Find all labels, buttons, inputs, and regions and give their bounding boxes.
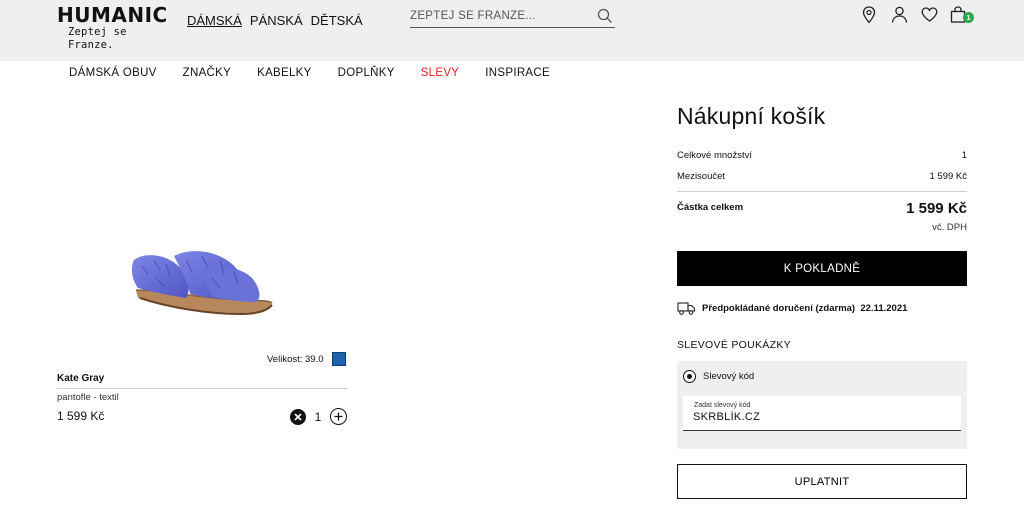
category-men[interactable]: PÁNSKÁ: [250, 13, 303, 28]
gender-categories: DÁMSKÁ PÁNSKÁ DĚTSKÁ: [187, 13, 363, 28]
voucher-radio[interactable]: [683, 370, 696, 383]
voucher-heading: SLEVOVÉ POUKÁZKY: [677, 339, 791, 351]
apply-voucher-button[interactable]: UPLATNIT: [677, 464, 967, 499]
total-quantity-value: 1: [961, 150, 967, 161]
nav-item-inspiration[interactable]: INSPIRACE: [485, 67, 550, 79]
size-selector: Velikost: 39.0: [267, 352, 346, 366]
subtotal-label: Mezisoučet: [677, 171, 726, 182]
voucher-code-input[interactable]: [693, 411, 953, 423]
close-icon: [294, 412, 302, 421]
product-description: pantofle - textil: [57, 392, 119, 403]
voucher-panel: Slevový kód Zadat slevový kód: [677, 361, 967, 449]
category-kids[interactable]: DĚTSKÁ: [311, 13, 363, 28]
main-navigation: DÁMSKÁ OBUV ZNAČKY KABELKY DOPLŇKY SLEVY…: [69, 67, 576, 79]
delivery-text: Předpokládané doručení (zdarma) 22.11.20…: [702, 303, 908, 314]
search-icon[interactable]: [597, 8, 613, 29]
vat-note: vč. DPH: [932, 222, 967, 233]
location-icon[interactable]: [862, 6, 876, 29]
total-label: Částka celkem: [677, 202, 744, 213]
logo-text: HUMANIC: [57, 3, 168, 27]
nav-item-accessories[interactable]: DOPLŇKY: [338, 67, 395, 79]
site-header: HUMANIC Zeptej se Franze. DÁMSKÁ PÁNSKÁ …: [0, 0, 1024, 61]
subtotal-value: 1 599 Kč: [929, 171, 968, 182]
product-price: 1 599 Kč: [57, 409, 105, 423]
color-swatch[interactable]: [331, 352, 346, 366]
search-bar: [410, 6, 615, 28]
product-brand[interactable]: Kate Gray: [57, 373, 104, 384]
nav-item-brands[interactable]: ZNAČKY: [183, 67, 231, 79]
heart-icon[interactable]: [921, 7, 938, 27]
summary-divider: [677, 191, 967, 192]
voucher-option-label: Slevový kód: [703, 371, 755, 382]
user-icon[interactable]: [891, 6, 908, 28]
voucher-code-field: Zadat slevový kód: [683, 396, 961, 431]
nav-item-womens-shoes[interactable]: DÁMSKÁ OBUV: [69, 67, 157, 79]
remove-item-button[interactable]: [290, 408, 306, 425]
cart-count-badge: 1: [963, 12, 974, 23]
product-image[interactable]: [130, 248, 275, 323]
quantity-value: 1: [314, 409, 322, 424]
subtotal-row: Mezisoučet 1 599 Kč: [677, 171, 967, 182]
quantity-stepper: 1: [290, 408, 347, 425]
increase-quantity-button[interactable]: [330, 408, 347, 425]
checkout-button[interactable]: K POKLADNĚ: [677, 251, 967, 286]
voucher-option[interactable]: Slevový kód: [683, 370, 754, 383]
logo-tagline: Zeptej se Franze.: [68, 26, 127, 51]
voucher-code-label: Zadat slevový kód: [694, 402, 751, 409]
search-input[interactable]: [410, 6, 590, 26]
cart-title: Nákupní košík: [677, 103, 826, 129]
logo[interactable]: HUMANIC Zeptej se Franze.: [57, 5, 175, 52]
delivery-estimate: Předpokládané doručení (zdarma) 22.11.20…: [677, 301, 907, 316]
total-value: 1 599 Kč: [906, 200, 967, 217]
nav-item-sale[interactable]: SLEVY: [421, 67, 460, 79]
total-quantity-row: Celkové množství 1: [677, 150, 967, 161]
total-quantity-label: Celkové množství: [677, 150, 752, 161]
size-label: Velikost: 39.0: [267, 353, 324, 365]
plus-icon: [334, 412, 343, 421]
truck-icon: [677, 302, 696, 315]
product-divider: [57, 388, 347, 389]
nav-item-bags[interactable]: KABELKY: [257, 67, 312, 79]
category-women[interactable]: DÁMSKÁ: [187, 13, 242, 28]
